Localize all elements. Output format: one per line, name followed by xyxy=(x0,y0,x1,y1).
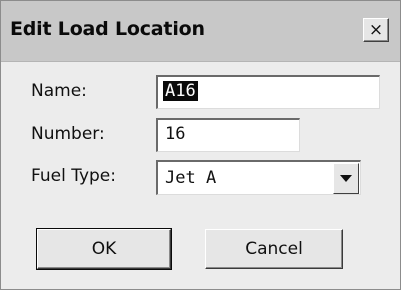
fuel-type-label: Fuel Type: xyxy=(31,166,116,186)
fuel-type-dropdown-button[interactable] xyxy=(333,163,359,194)
chevron-down-icon xyxy=(340,175,352,182)
number-field[interactable]: 16 xyxy=(156,118,300,152)
number-value: 16 xyxy=(165,124,186,144)
name-value: A16 xyxy=(163,81,198,101)
name-field[interactable]: A16 xyxy=(156,75,380,109)
ok-button-label: OK xyxy=(91,239,117,259)
cancel-button-label: Cancel xyxy=(245,239,303,259)
cancel-button[interactable]: Cancel xyxy=(205,229,343,269)
close-button[interactable]: × xyxy=(363,18,389,42)
number-label: Number: xyxy=(31,124,105,144)
edit-load-location-dialog: Edit Load Location × Name: A16 Number: 1… xyxy=(0,0,401,290)
fuel-type-select[interactable]: Jet A xyxy=(156,160,361,195)
ok-button[interactable]: OK xyxy=(36,228,172,270)
name-label: Name: xyxy=(31,81,87,101)
dialog-title: Edit Load Location xyxy=(10,18,205,40)
close-icon: × xyxy=(368,20,384,40)
title-bar[interactable]: Edit Load Location × xyxy=(1,1,400,62)
fuel-type-value: Jet A xyxy=(165,168,217,188)
